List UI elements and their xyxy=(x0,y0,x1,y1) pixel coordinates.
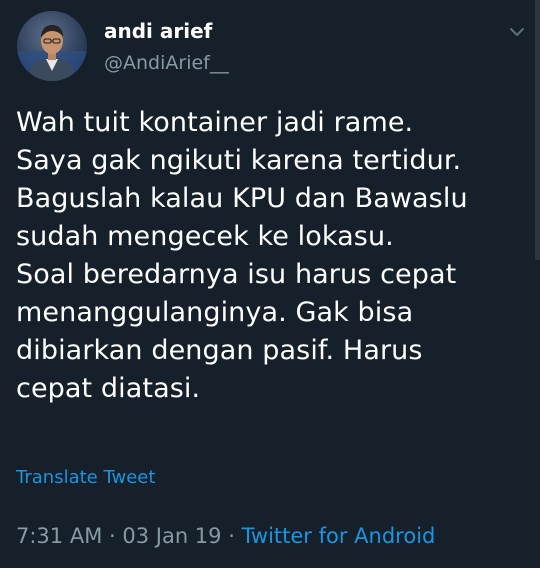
meta-separator: · xyxy=(102,524,123,548)
avatar[interactable] xyxy=(17,11,87,81)
tweet-date: 03 Jan 19 xyxy=(122,524,222,548)
tweet-card: andi arief @AndiArief__ Wah tuit kontain… xyxy=(0,0,540,568)
translate-tweet-link[interactable]: Translate Tweet xyxy=(16,466,155,490)
author-info[interactable]: andi arief @AndiArief__ xyxy=(104,18,229,76)
tweet-time: 7:31 AM xyxy=(16,524,103,548)
chevron-down-icon[interactable] xyxy=(508,24,526,38)
tweet-text: Wah tuit kontainer jadi rame. Saya gak n… xyxy=(16,107,468,404)
tweet-meta: 7:31 AM · 03 Jan 19 · Twitter for Androi… xyxy=(16,521,435,551)
handle[interactable]: @AndiArief__ xyxy=(104,50,229,76)
tweet-source-link[interactable]: Twitter for Android xyxy=(242,524,436,548)
meta-separator: · xyxy=(221,524,242,548)
display-name[interactable]: andi arief xyxy=(104,18,229,44)
scrollbar[interactable] xyxy=(535,0,540,260)
